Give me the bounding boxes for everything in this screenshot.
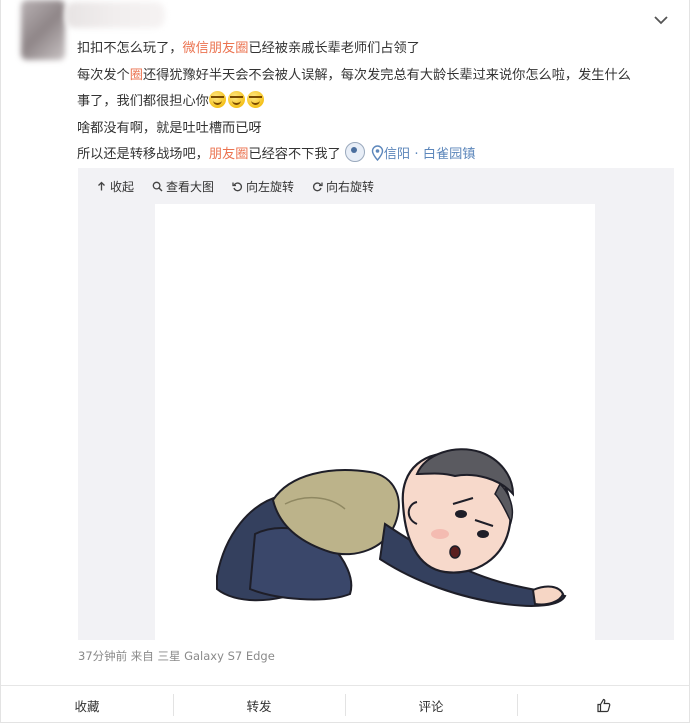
rotate-right-label: 向右旋转	[326, 179, 375, 194]
view-large-button[interactable]: 查看大图	[152, 176, 214, 196]
avatar[interactable]	[21, 0, 65, 60]
rotate-left-button[interactable]: 向左旋转	[232, 176, 294, 196]
post-line-3: 事了，我们都很担心你	[77, 89, 677, 116]
text: 每次发个	[77, 67, 130, 83]
media-toolbar: 收起 查看大图 向左旋转 向右旋转	[96, 176, 374, 196]
rotate-left-icon	[232, 181, 243, 191]
location-pin-icon	[371, 145, 383, 161]
cartoon-sticker-image	[216, 448, 567, 607]
action-bar: 收藏 转发 评论	[1, 685, 689, 724]
favorite-label: 收藏	[74, 698, 100, 714]
chevron-down-icon[interactable]	[653, 14, 669, 28]
comment-button[interactable]: 评论	[345, 686, 517, 724]
comment-label: 评论	[418, 698, 444, 714]
collapse-button[interactable]: 收起	[96, 176, 134, 196]
post-line-2: 每次发个圈还得犹豫好半天会不会被人误解，每次发完总有大龄长辈过来说你怎么啦，发生…	[77, 63, 677, 90]
repost-label: 转发	[246, 698, 272, 714]
laugh-cry-emoji-icon	[227, 91, 245, 108]
media-viewer: 收起 查看大图 向左旋转 向右旋转	[78, 168, 674, 640]
avatar-sticker-icon	[344, 142, 365, 162]
weibo-post-card: 扣扣不怎么玩了，微信朋友圈已经被亲戚长辈老师们占领了 每次发个圈还得犹豫好半天会…	[0, 0, 690, 723]
text: 还得犹豫好半天会不会被人误解，每次发完总有大龄长辈过来说你怎么啦，发生什么	[142, 67, 631, 83]
text: 啥都没有啊，就是吐吐槽而已呀	[77, 120, 262, 136]
arrow-up-icon	[98, 181, 105, 190]
username-blurred[interactable]	[65, 2, 165, 28]
view-large-label: 查看大图	[166, 179, 215, 194]
location-link[interactable]: 白雀园镇	[423, 147, 476, 162]
laugh-cry-emoji-icon	[246, 91, 264, 108]
thumbs-up-icon	[596, 698, 610, 712]
text: 所以还是转移战场吧，	[77, 147, 209, 162]
magnifier-icon	[152, 181, 163, 191]
like-button[interactable]	[517, 686, 689, 724]
keyword-highlight: 朋友圈	[208, 147, 249, 162]
post-line-1: 扣扣不怎么玩了，微信朋友圈已经被亲戚长辈老师们占领了	[77, 36, 677, 63]
post-text: 扣扣不怎么玩了，微信朋友圈已经被亲戚长辈老师们占领了 每次发个圈还得犹豫好半天会…	[77, 36, 677, 169]
keyword-highlight: 微信朋友圈	[182, 41, 249, 56]
rotate-left-label: 向左旋转	[246, 179, 295, 194]
post-line-4: 啥都没有啊，就是吐吐槽而已呀	[77, 116, 677, 143]
collapse-label: 收起	[110, 179, 135, 194]
repost-button[interactable]: 转发	[173, 686, 345, 724]
post-line-5: 所以还是转移战场吧，朋友圈已经容不下我了 信阳 · 白雀园镇	[77, 142, 677, 169]
rotate-right-button[interactable]: 向右旋转	[312, 176, 374, 196]
rotate-right-icon	[313, 181, 323, 191]
text: 事了，我们都很担心你	[77, 94, 209, 109]
post-meta: 37分钟前 来自 三星 Galaxy S7 Edge	[78, 649, 275, 663]
keyword-highlight: 圈	[129, 67, 143, 83]
text: 已经容不下我了	[248, 147, 341, 162]
favorite-button[interactable]: 收藏	[1, 686, 173, 724]
laugh-cry-emoji-icon	[208, 91, 226, 108]
text: 扣扣不怎么玩了，	[77, 41, 183, 56]
text: 已经被亲戚长辈老师们占领了	[248, 41, 420, 56]
post-image[interactable]	[155, 204, 595, 640]
location-separator: ·	[410, 147, 423, 162]
location-link[interactable]: 信阳	[384, 147, 410, 162]
